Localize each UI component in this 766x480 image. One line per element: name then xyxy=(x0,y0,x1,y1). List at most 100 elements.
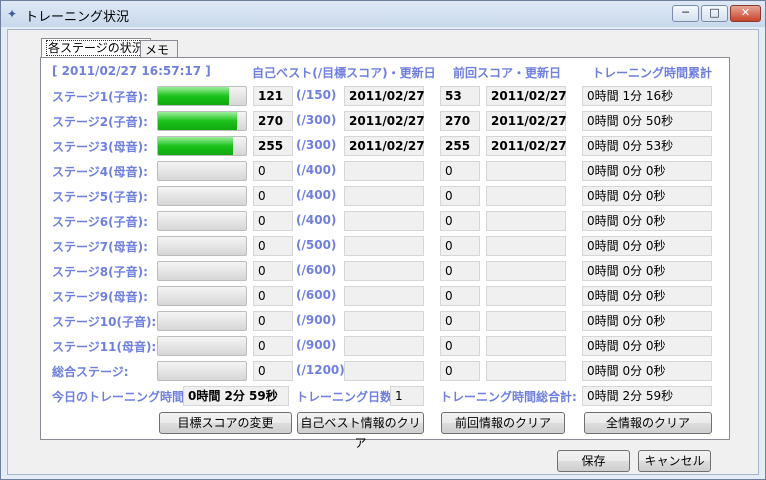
header-time: トレーニング時間累計 xyxy=(592,66,713,80)
best-score-field: 121 xyxy=(253,86,293,106)
training-days-value: 1 xyxy=(390,386,424,406)
last-score-field: 0 xyxy=(440,236,480,256)
stage-progress-bar xyxy=(157,211,247,231)
stage-label: ステージ2(子音): xyxy=(52,115,148,129)
best-score-field: 0 xyxy=(253,261,293,281)
training-time-field: 0時間 0分 0秒 xyxy=(582,186,712,206)
training-time-field: 0時間 0分 0秒 xyxy=(582,286,712,306)
header-best: 自己ベスト(/目標スコア)・更新日 xyxy=(252,66,436,80)
last-date-field xyxy=(486,361,566,381)
last-date-field: 2011/02/27 xyxy=(486,111,567,131)
best-score-field: 255 xyxy=(253,136,293,156)
stage-progress-bar xyxy=(157,111,247,131)
stage-label: ステージ5(子音): xyxy=(52,190,148,204)
stage-label: ステージ11(母音): xyxy=(52,340,157,354)
best-score-field: 270 xyxy=(253,111,293,131)
target-score-label: (/600) xyxy=(296,263,337,277)
stage-progress-bar xyxy=(157,236,247,256)
last-score-field: 0 xyxy=(440,336,480,356)
cancel-button[interactable]: キャンセル xyxy=(638,450,711,472)
target-score-label: (/600) xyxy=(296,288,337,302)
training-time-field: 0時間 0分 0秒 xyxy=(582,336,712,356)
stage-progress-fill xyxy=(158,87,230,105)
training-days-label: トレーニング日数: xyxy=(296,390,397,404)
today-time-value: 0時間 2分 59秒 xyxy=(183,386,289,406)
stage-progress-bar xyxy=(157,286,247,306)
target-score-label: (/400) xyxy=(296,163,337,177)
last-date-field: 2011/02/27 xyxy=(486,86,567,106)
minimize-button[interactable]: ─ xyxy=(672,5,699,22)
target-score-label: (/400) xyxy=(296,213,337,227)
stage-label: ステージ3(母音): xyxy=(52,140,148,154)
best-date-field: 2011/02/27 xyxy=(344,136,425,156)
last-date-field xyxy=(486,236,566,256)
best-score-field: 0 xyxy=(253,286,293,306)
stage-label: ステージ6(子音): xyxy=(52,215,148,229)
save-button[interactable]: 保存 xyxy=(557,450,630,472)
training-time-field: 0時間 0分 53秒 xyxy=(582,136,712,156)
last-score-field: 0 xyxy=(440,286,480,306)
training-time-field: 0時間 0分 0秒 xyxy=(582,311,712,331)
window-title: トレーニング状況 xyxy=(25,10,130,25)
title-bar[interactable]: ✦ トレーニング状況 ─ □ ✕ xyxy=(1,1,765,27)
best-score-field: 0 xyxy=(253,336,293,356)
last-date-field xyxy=(486,336,566,356)
last-date-field xyxy=(486,211,566,231)
target-score-label: (/900) xyxy=(296,313,337,327)
best-date-field xyxy=(344,211,424,231)
last-score-field: 0 xyxy=(440,261,480,281)
stage-progress-bar xyxy=(157,136,247,156)
last-date-field xyxy=(486,161,566,181)
change-target-button[interactable]: 目標スコアの変更 xyxy=(159,412,292,434)
last-date-field: 2011/02/27 xyxy=(486,136,567,156)
stage-progress-bar xyxy=(157,161,247,181)
stage-progress-bar xyxy=(157,86,247,106)
best-score-field: 0 xyxy=(253,161,293,181)
stage-progress-bar xyxy=(157,311,247,331)
timestamp: [ 2011/02/27 16:57:17 ] xyxy=(52,64,211,78)
stage-progress-bar xyxy=(157,361,247,381)
best-score-field: 0 xyxy=(253,186,293,206)
clear-best-button[interactable]: 自己ベスト情報のクリア xyxy=(297,412,424,450)
target-score-label: (/900) xyxy=(296,338,337,352)
stage-label: ステージ7(母音): xyxy=(52,240,148,254)
best-date-field xyxy=(344,286,424,306)
stage-progress-bar xyxy=(157,336,247,356)
best-date-field xyxy=(344,261,424,281)
total-time-label: トレーニング時間総合計: xyxy=(440,390,577,404)
target-score-label: (/400) xyxy=(296,188,337,202)
last-date-field xyxy=(486,261,566,281)
training-time-field: 0時間 0分 0秒 xyxy=(582,361,712,381)
training-time-field: 0時間 0分 50秒 xyxy=(582,111,712,131)
close-button[interactable]: ✕ xyxy=(730,5,761,22)
target-score-label: (/300) xyxy=(296,113,337,127)
stage-label: 総合ステージ: xyxy=(52,365,129,379)
best-score-field: 0 xyxy=(253,236,293,256)
stage-label: ステージ10(子音): xyxy=(52,315,157,329)
last-score-field: 0 xyxy=(440,361,480,381)
stage-progress-bar xyxy=(157,261,247,281)
best-score-field: 0 xyxy=(253,311,293,331)
target-score-label: (/300) xyxy=(296,138,337,152)
best-date-field xyxy=(344,186,424,206)
target-score-label: (/500) xyxy=(296,238,337,252)
last-date-field xyxy=(486,186,566,206)
best-date-field xyxy=(344,161,424,181)
today-time-label: 今日のトレーニング時間: xyxy=(52,390,189,404)
stage-progress-fill xyxy=(158,137,233,155)
training-time-field: 0時間 0分 0秒 xyxy=(582,236,712,256)
maximize-button[interactable]: □ xyxy=(701,5,728,22)
target-score-label: (/1200) xyxy=(296,363,345,377)
stage-label: ステージ1(子音): xyxy=(52,90,148,104)
best-score-field: 0 xyxy=(253,211,293,231)
training-time-field: 0時間 0分 0秒 xyxy=(582,161,712,181)
target-score-label: (/150) xyxy=(296,88,337,102)
clear-last-button[interactable]: 前回情報のクリア xyxy=(441,412,565,434)
best-score-field: 0 xyxy=(253,361,293,381)
last-score-field: 270 xyxy=(440,111,480,131)
clear-all-button[interactable]: 全情報のクリア xyxy=(584,412,712,434)
last-score-field: 0 xyxy=(440,161,480,181)
header-last: 前回スコア・更新日 xyxy=(453,66,562,80)
last-score-field: 255 xyxy=(440,136,480,156)
training-time-field: 0時間 0分 0秒 xyxy=(582,211,712,231)
